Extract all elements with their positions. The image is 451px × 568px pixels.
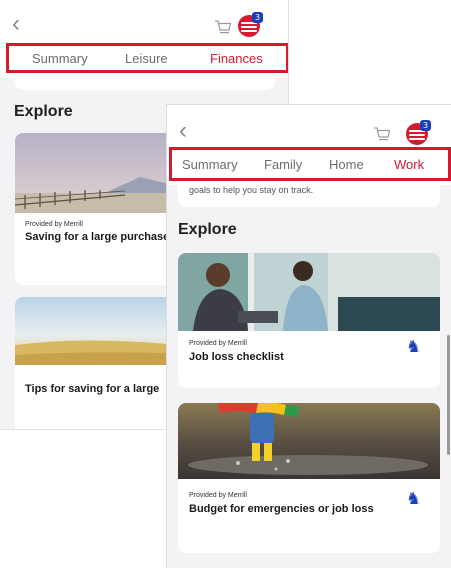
tab-summary[interactable]: Summary xyxy=(182,157,238,172)
tab-home[interactable]: Home xyxy=(329,157,364,172)
notification-count-badge: 3 xyxy=(252,12,263,23)
provider-label: Provided by Merrill xyxy=(189,492,247,499)
card-title: Job loss checklist xyxy=(189,351,284,363)
notification-count-badge: 3 xyxy=(420,120,431,131)
card-title: Tips for saving for a large xyxy=(25,383,160,395)
tab-leisure[interactable]: Leisure xyxy=(125,51,168,66)
merrill-bull-icon: ♞ xyxy=(406,489,422,509)
chevron-left-icon[interactable]: ‹ xyxy=(179,119,187,143)
tab-summary[interactable]: Summary xyxy=(32,51,88,66)
provider-label: Provided by Merrill xyxy=(189,340,247,347)
goals-text: goals to help you stay on track. xyxy=(189,185,314,195)
cart-icon[interactable] xyxy=(214,19,232,40)
front-goals-card: goals to help you stay on track. xyxy=(178,183,440,207)
front-card-job-loss[interactable]: Provided by Merrill Job loss checklist ♞ xyxy=(178,253,440,388)
front-tab-bar: Summary Family Home Work xyxy=(169,147,451,181)
tab-family[interactable]: Family xyxy=(264,157,302,172)
scrollbar[interactable] xyxy=(447,335,450,455)
tab-finances[interactable]: Finances xyxy=(210,51,263,66)
back-explore-title: Explore xyxy=(14,103,73,120)
back-goals-card xyxy=(15,78,275,90)
rain-puddle-image xyxy=(178,403,440,479)
meeting-photo-image xyxy=(178,253,440,331)
front-explore-title: Explore xyxy=(178,221,237,238)
chevron-left-icon[interactable]: ‹ xyxy=(12,12,20,36)
back-tab-bar: Summary Leisure Finances xyxy=(6,43,288,73)
card-title: Budget for emergencies or job loss xyxy=(189,503,374,515)
cart-icon[interactable] xyxy=(373,126,391,147)
merrill-bull-icon: ♞ xyxy=(406,337,422,357)
tab-work[interactable]: Work xyxy=(394,157,424,172)
front-phone-screen: ‹ 3 Summary Family Home Work goals to he… xyxy=(166,104,451,568)
provider-label: Provided by Merrill xyxy=(25,221,83,228)
front-card-budget[interactable]: Provided by Merrill Budget for emergenci… xyxy=(178,403,440,553)
card-title: Saving for a large purchase xyxy=(25,231,170,243)
